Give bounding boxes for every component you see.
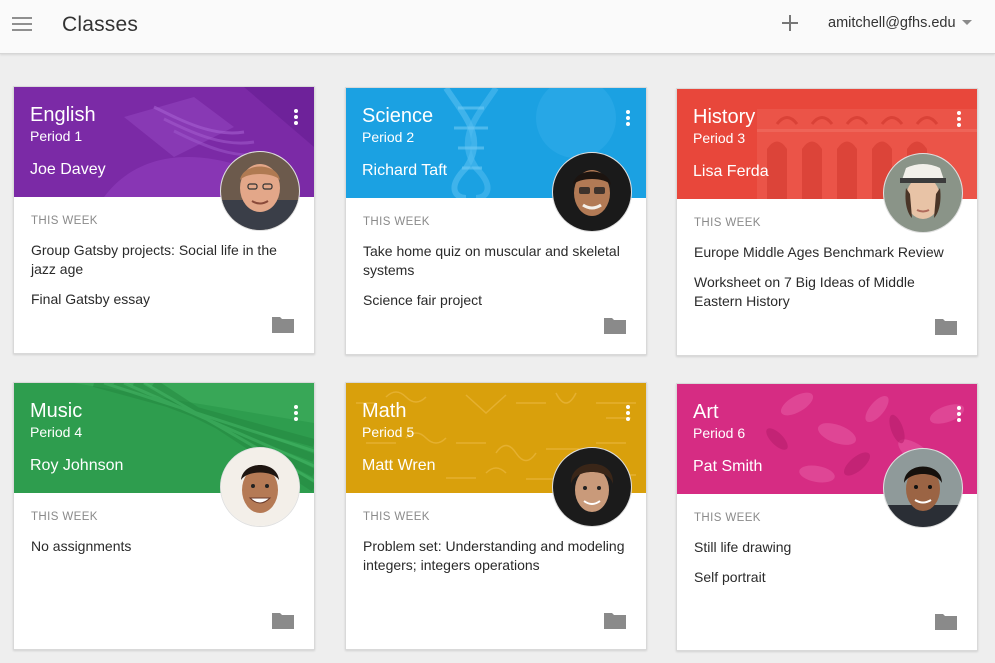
more-vert-icon[interactable] (949, 402, 969, 426)
assignment-list: Still life drawing Self portrait (694, 538, 964, 598)
assignment-item[interactable]: Take home quiz on muscular and skeletal … (363, 242, 633, 280)
assignment-item[interactable]: Science fair project (363, 291, 633, 310)
page-title: Classes (62, 13, 139, 36)
class-card-math[interactable]: Math Period 5 Matt Wren THIS WEEK Proble… (345, 382, 647, 650)
more-vert-icon[interactable] (618, 106, 638, 130)
class-name[interactable]: Music (30, 399, 82, 423)
class-card-music[interactable]: Music Period 4 Roy Johnson THIS WEEK No … (13, 382, 315, 650)
menu-icon[interactable] (8, 12, 36, 36)
caret-down-icon[interactable] (962, 20, 972, 25)
account-email[interactable]: amitchell@gfhs.edu (828, 15, 956, 31)
avatar (883, 448, 963, 528)
plus-icon[interactable] (778, 12, 802, 36)
assignment-item: No assignments (31, 538, 132, 554)
teacher-name: Lisa Ferda (693, 163, 769, 180)
avatar (552, 447, 632, 527)
assignment-item[interactable]: Europe Middle Ages Benchmark Review (694, 243, 964, 262)
more-vert-icon[interactable] (618, 401, 638, 425)
assignment-item[interactable]: Problem set: Understanding and modeling … (363, 537, 633, 575)
folder-icon[interactable] (935, 612, 957, 630)
class-name[interactable]: Art (693, 400, 719, 424)
more-vert-icon[interactable] (286, 105, 306, 129)
avatar (220, 151, 300, 231)
class-period: Period 3 (693, 130, 746, 146)
folder-icon[interactable] (604, 611, 626, 629)
assignment-list: Take home quiz on muscular and skeletal … (363, 242, 633, 321)
more-vert-icon[interactable] (949, 107, 969, 131)
class-period: Period 4 (30, 424, 83, 440)
folder-icon[interactable] (272, 315, 294, 333)
class-period: Period 2 (362, 129, 415, 145)
avatar (552, 152, 632, 232)
class-name[interactable]: Math (362, 399, 406, 423)
avatar (220, 447, 300, 527)
teacher-name: Pat Smith (693, 458, 763, 475)
assignment-item[interactable]: Self portrait (694, 568, 964, 587)
class-card-english[interactable]: English Period 1 Joe Davey THIS WEEK Gro… (13, 86, 315, 354)
week-label: THIS WEEK (694, 217, 761, 229)
assignment-list: Group Gatsby projects: Social life in th… (31, 241, 301, 320)
week-label: THIS WEEK (31, 215, 98, 227)
avatar (883, 153, 963, 233)
class-name[interactable]: Science (362, 104, 433, 128)
week-label: THIS WEEK (31, 511, 98, 523)
folder-icon[interactable] (604, 316, 626, 334)
folder-icon[interactable] (935, 317, 957, 335)
more-vert-icon[interactable] (286, 401, 306, 425)
assignment-list: No assignments (31, 537, 301, 567)
assignment-list: Europe Middle Ages Benchmark Review Work… (694, 243, 964, 322)
teacher-name: Matt Wren (362, 457, 436, 474)
folder-icon[interactable] (272, 611, 294, 629)
class-period: Period 1 (30, 128, 83, 144)
class-name[interactable]: History (693, 105, 755, 129)
class-card-history[interactable]: History Period 3 Lisa Ferda THIS WEEK Eu… (676, 88, 978, 356)
week-label: THIS WEEK (363, 216, 430, 228)
assignment-item[interactable]: Final Gatsby essay (31, 290, 301, 309)
class-period: Period 6 (693, 425, 746, 441)
assignment-item[interactable]: Worksheet on 7 Big Ideas of Middle Easte… (694, 273, 964, 311)
class-name[interactable]: English (30, 103, 96, 127)
class-period: Period 5 (362, 424, 415, 440)
assignment-list: Problem set: Understanding and modeling … (363, 537, 633, 586)
week-label: THIS WEEK (694, 512, 761, 524)
class-card-science[interactable]: Science Period 2 Richard Taft THIS WEEK … (345, 87, 647, 355)
teacher-name: Roy Johnson (30, 457, 124, 474)
assignment-item[interactable]: Still life drawing (694, 538, 964, 557)
class-card-art[interactable]: Art Period 6 Pat Smith THIS WEEK Still l… (676, 383, 978, 651)
assignment-item[interactable]: Group Gatsby projects: Social life in th… (31, 241, 301, 279)
teacher-name: Richard Taft (362, 162, 448, 179)
teacher-name: Joe Davey (30, 161, 106, 178)
top-app-bar: Classes amitchell@gfhs.edu (0, 0, 995, 54)
week-label: THIS WEEK (363, 511, 430, 523)
